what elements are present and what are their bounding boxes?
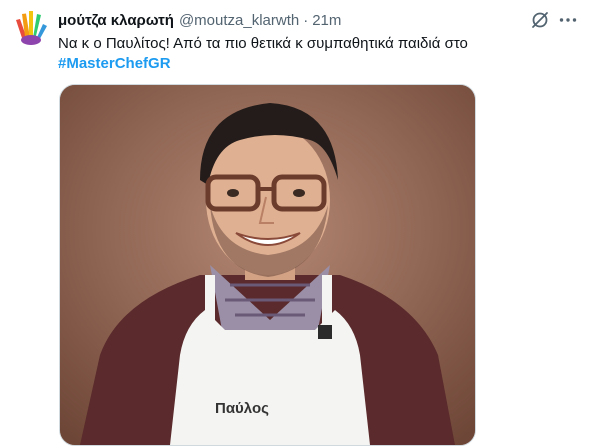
hand-logo-icon	[16, 11, 47, 45]
user-handle[interactable]: @moutza_klarwth	[179, 12, 299, 29]
more-options-button[interactable]	[557, 9, 579, 31]
tweet-header: μούτζα κλαρωτή @moutza_klarwth · 21m	[58, 10, 341, 30]
avatar[interactable]	[12, 8, 50, 46]
separator-dot: ·	[303, 11, 309, 29]
apron-label: Παύλος	[215, 400, 269, 417]
tweet[interactable]: μούτζα κλαρωτή @moutza_klarwth · 21m Να …	[0, 0, 606, 446]
more-options-icon	[559, 18, 577, 22]
grok-button[interactable]	[529, 9, 551, 31]
grok-icon	[532, 12, 548, 28]
tweet-text-line: Να κ ο Παυλίτος! Από τα πιο θετικά κ συμ…	[58, 35, 468, 52]
tweet-text: Να κ ο Παυλίτος! Από τα πιο θετικά κ συμ…	[58, 34, 588, 74]
timestamp[interactable]: 21m	[312, 12, 341, 29]
tweet-media[interactable]: Παύλος	[59, 84, 476, 446]
hashtag-link[interactable]: #MasterChefGR	[58, 54, 588, 74]
display-name[interactable]: μούτζα κλαρωτή	[58, 12, 174, 29]
media-photo: Παύλος	[60, 85, 475, 445]
